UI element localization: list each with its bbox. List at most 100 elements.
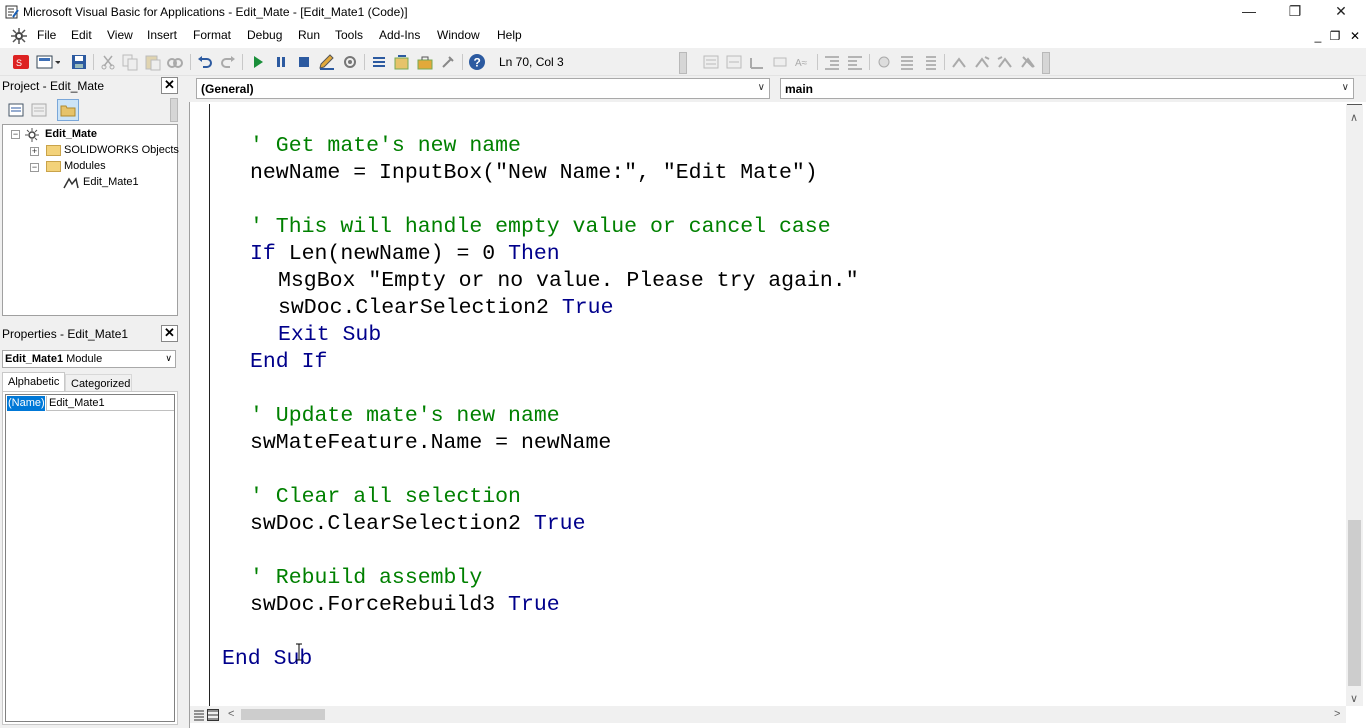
properties-window-icon[interactable] <box>370 53 388 71</box>
code-line[interactable]: End If <box>250 349 327 376</box>
code-line[interactable]: Exit Sub <box>278 322 381 349</box>
toolbar-overflow-chevron[interactable] <box>679 52 687 74</box>
object-browser-icon[interactable] <box>393 53 411 71</box>
code-line[interactable]: newName = InputBox("New Name:", "Edit Ma… <box>250 160 818 187</box>
collapse-modules-toggle[interactable]: − <box>30 163 39 172</box>
menu-insert[interactable]: Insert <box>147 28 177 42</box>
menu-debug[interactable]: Debug <box>247 28 282 42</box>
insert-userform-icon[interactable] <box>36 53 60 71</box>
scroll-left-arrow-icon[interactable]: < <box>228 708 234 720</box>
collapse-root-toggle[interactable]: − <box>11 130 20 139</box>
vertical-scrollbar[interactable]: ∧ ∨ <box>1346 104 1363 706</box>
project-explorer-icon[interactable] <box>341 53 359 71</box>
menu-file[interactable]: File <box>37 28 56 42</box>
undo-icon[interactable] <box>196 53 214 71</box>
code-line[interactable]: swMateFeature.Name = newName <box>250 430 611 457</box>
comment-block-icon[interactable] <box>898 53 916 71</box>
properties-panel-close-button[interactable]: ✕ <box>161 325 178 342</box>
scroll-down-arrow-icon[interactable]: ∨ <box>1350 692 1358 705</box>
run-icon[interactable] <box>249 53 267 71</box>
list-constants-icon[interactable] <box>725 53 743 71</box>
save-icon[interactable] <box>70 53 88 71</box>
reset-icon[interactable] <box>295 53 313 71</box>
properties-object-select[interactable]: Edit_Mate1 Module ∨ <box>2 350 176 368</box>
menu-window[interactable]: Window <box>437 28 480 42</box>
procedure-view-icon[interactable] <box>193 709 205 721</box>
menu-add-ins[interactable]: Add-Ins <box>379 28 420 42</box>
property-value-cell[interactable]: Edit_Mate1 <box>46 396 174 411</box>
break-icon[interactable] <box>272 53 290 71</box>
code-line[interactable]: ' Get mate's new name <box>250 133 521 160</box>
scroll-right-arrow-icon[interactable]: > <box>1334 708 1340 720</box>
tree-node-module-edit-mate1[interactable]: Edit_Mate1 <box>83 176 139 188</box>
code-line[interactable]: If Len(newName) = 0 Then <box>250 241 560 268</box>
code-line[interactable]: MsgBox "Empty or no value. Please try ag… <box>278 268 859 295</box>
horizontal-scroll-thumb[interactable] <box>241 709 325 720</box>
object-combo[interactable]: (General) ∨ <box>196 78 770 99</box>
code-line[interactable]: ' This will handle empty value or cancel… <box>250 214 831 241</box>
toolbar-separator <box>462 54 463 70</box>
code-line[interactable]: swDoc.ClearSelection2 True <box>250 511 585 538</box>
help-icon[interactable]: ? <box>468 53 486 71</box>
quick-info-icon[interactable] <box>748 53 766 71</box>
menu-view[interactable]: View <box>107 28 133 42</box>
code-line[interactable]: ' Rebuild assembly <box>250 565 482 592</box>
redo-icon[interactable] <box>219 53 237 71</box>
project-panel-close-button[interactable]: ✕ <box>161 77 178 94</box>
split-bar[interactable] <box>1347 104 1362 107</box>
copy-icon[interactable] <box>121 53 139 71</box>
menu-tools[interactable]: Tools <box>335 28 363 42</box>
solidworks-view-icon[interactable]: S <box>12 53 30 71</box>
mdi-close-button[interactable]: ✕ <box>1348 29 1362 43</box>
margin-indicator-bar[interactable] <box>190 104 210 706</box>
complete-word-icon[interactable]: A≈ <box>794 53 812 71</box>
parameter-info-icon[interactable] <box>771 53 789 71</box>
outdent-icon[interactable] <box>846 53 864 71</box>
design-mode-icon[interactable] <box>318 53 336 71</box>
mdi-restore-button[interactable]: ❐ <box>1328 29 1342 43</box>
menu-run[interactable]: Run <box>298 28 320 42</box>
toggle-bookmark-icon[interactable] <box>950 53 968 71</box>
find-icon[interactable] <box>166 53 184 71</box>
procedure-combo[interactable]: main ∨ <box>780 78 1354 99</box>
mdi-minimize-button[interactable]: _ <box>1311 29 1325 43</box>
tree-node-project[interactable]: Edit_Mate <box>45 128 97 140</box>
toolbar-overflow-chevron[interactable] <box>1042 52 1050 74</box>
toggle-folders-button[interactable] <box>57 99 79 121</box>
horizontal-scrollbar[interactable]: < > <box>190 706 1346 723</box>
window-minimize-button[interactable]: — <box>1226 0 1272 24</box>
project-toolbar-chevron[interactable] <box>170 98 178 122</box>
tab-alphabetic[interactable]: Alphabetic <box>2 372 65 391</box>
paste-icon[interactable] <box>144 53 162 71</box>
code-line[interactable]: swDoc.ForceRebuild3 True <box>250 592 560 619</box>
tree-node-solidworks-objects[interactable]: SOLIDWORKS Objects <box>64 144 179 156</box>
clear-bookmarks-icon[interactable] <box>1019 53 1037 71</box>
window-close-button[interactable]: ✕ <box>1318 0 1364 24</box>
list-properties-icon[interactable] <box>702 53 720 71</box>
menu-format[interactable]: Format <box>193 28 231 42</box>
full-module-view-icon[interactable] <box>207 709 219 721</box>
folder-icon <box>46 145 61 156</box>
code-line[interactable]: ' Clear all selection <box>250 484 521 511</box>
view-object-icon[interactable] <box>30 101 48 119</box>
scroll-up-arrow-icon[interactable]: ∧ <box>1350 111 1358 124</box>
menu-help[interactable]: Help <box>497 28 522 42</box>
tree-node-modules[interactable]: Modules <box>64 160 106 172</box>
indent-icon[interactable] <box>823 53 841 71</box>
window-restore-button[interactable]: ❐ <box>1272 0 1318 24</box>
expand-objects-toggle[interactable]: + <box>30 147 39 156</box>
vertical-scroll-thumb[interactable] <box>1348 520 1361 686</box>
view-code-icon[interactable] <box>7 101 25 119</box>
solidworks-app-icon[interactable] <box>10 27 28 45</box>
code-line[interactable]: ' Update mate's new name <box>250 403 560 430</box>
toggle-breakpoint-icon[interactable] <box>875 53 893 71</box>
toolbox-icon[interactable] <box>416 53 434 71</box>
cut-icon[interactable] <box>99 53 117 71</box>
next-bookmark-icon[interactable] <box>973 53 991 71</box>
previous-bookmark-icon[interactable] <box>996 53 1014 71</box>
menu-edit[interactable]: Edit <box>71 28 92 42</box>
property-name-cell[interactable]: (Name) <box>7 396 45 411</box>
uncomment-block-icon[interactable] <box>921 53 939 71</box>
code-line[interactable]: swDoc.ClearSelection2 True <box>278 295 613 322</box>
tools-icon[interactable] <box>439 53 457 71</box>
